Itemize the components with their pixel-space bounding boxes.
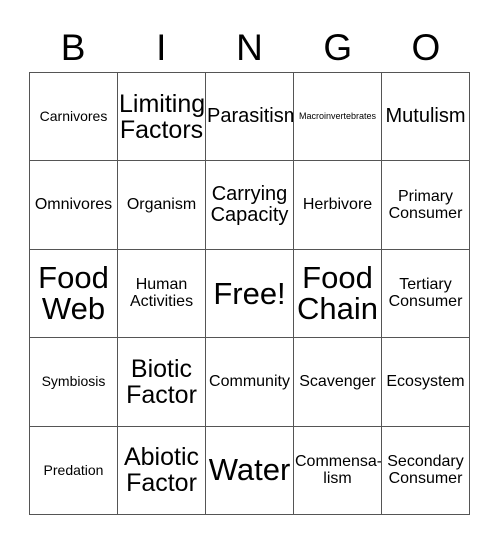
bingo-cell-label: Commensa- lism	[295, 453, 382, 488]
bingo-card: B I N G O Carnivores Limiting Factors Pa…	[0, 0, 500, 544]
bingo-cell[interactable]: Food Web	[30, 249, 118, 339]
bingo-cell-label: Mutulism	[385, 105, 466, 128]
bingo-cell-label: Community	[209, 373, 290, 391]
bingo-cell-free-space[interactable]: Free!	[206, 249, 294, 339]
bingo-cell[interactable]: Scavenger	[294, 338, 382, 427]
bingo-cell[interactable]: Parasitism	[206, 73, 294, 162]
bingo-cell-label: Ecosystem	[386, 373, 465, 391]
bingo-cell-label: Water	[208, 452, 291, 488]
bingo-cell-label: Limiting Factors	[119, 89, 206, 144]
bingo-cell-label: Organism	[126, 196, 197, 214]
bingo-cell[interactable]: Omnivores	[30, 161, 118, 250]
bingo-cell[interactable]: Organism	[118, 161, 206, 250]
bingo-cell[interactable]: Carrying Capacity	[206, 161, 294, 250]
bingo-cell-label: Tertiary Consumer	[388, 276, 463, 311]
bingo-cell[interactable]: Human Activities	[118, 249, 206, 339]
bingo-cell-label: Predation	[43, 461, 104, 478]
bingo-cell-label: Food Chain	[297, 259, 378, 327]
bingo-cell-label: Carrying Capacity	[210, 182, 289, 227]
bingo-cell[interactable]: Tertiary Consumer	[382, 249, 470, 339]
bingo-header-letter-o: O	[411, 26, 441, 68]
bingo-cell[interactable]: Food Chain	[294, 249, 382, 339]
bingo-cell[interactable]: Predation	[30, 426, 118, 515]
bingo-header-row: B I N G O	[29, 22, 470, 72]
bingo-cell-label: Scavenger	[299, 373, 376, 391]
bingo-grid: Carnivores Limiting Factors Parasitism M…	[29, 72, 470, 515]
bingo-cell[interactable]: Herbivore	[294, 161, 382, 250]
bingo-cell-label: Omnivores	[34, 196, 113, 214]
bingo-header-letter-g: G	[323, 26, 353, 68]
bingo-cell-label: Parasitism	[207, 105, 294, 128]
bingo-cell[interactable]: Commensa- lism	[294, 426, 382, 515]
bingo-cell[interactable]: Carnivores	[30, 73, 118, 162]
bingo-cell[interactable]: Water	[206, 426, 294, 515]
bingo-cell-label: Herbivore	[302, 196, 373, 214]
bingo-cell-label: Macroinvertebrates	[298, 110, 377, 121]
bingo-cell-label: Food Web	[38, 259, 109, 327]
bingo-cell[interactable]: Macroinvertebrates	[294, 73, 382, 162]
bingo-cell[interactable]: Limiting Factors	[118, 73, 206, 162]
bingo-header-letter-n: N	[236, 26, 263, 68]
bingo-cell[interactable]: Ecosystem	[382, 338, 470, 427]
bingo-cell[interactable]: Abiotic Factor	[118, 426, 206, 515]
bingo-cell[interactable]: Community	[206, 338, 294, 427]
bingo-cell[interactable]: Symbiosis	[30, 338, 118, 427]
bingo-cell-label: Secondary Consumer	[387, 453, 464, 488]
bingo-header-letter-i: I	[156, 26, 167, 68]
bingo-cell-label: Abiotic Factor	[123, 443, 200, 498]
bingo-cell-label: Primary Consumer	[388, 187, 463, 223]
bingo-cell-label: Human Activities	[129, 276, 194, 311]
bingo-cell-label: Free!	[213, 275, 286, 311]
bingo-cell-label: Symbiosis	[41, 373, 106, 390]
bingo-cell[interactable]: Biotic Factor	[118, 338, 206, 427]
bingo-cell[interactable]: Mutulism	[382, 73, 470, 162]
bingo-cell-label: Carnivores	[39, 108, 108, 125]
bingo-cell-label: Biotic Factor	[126, 354, 197, 409]
bingo-cell[interactable]: Primary Consumer	[382, 161, 470, 250]
bingo-header-letter-b: B	[60, 26, 86, 68]
bingo-cell[interactable]: Secondary Consumer	[382, 426, 470, 515]
